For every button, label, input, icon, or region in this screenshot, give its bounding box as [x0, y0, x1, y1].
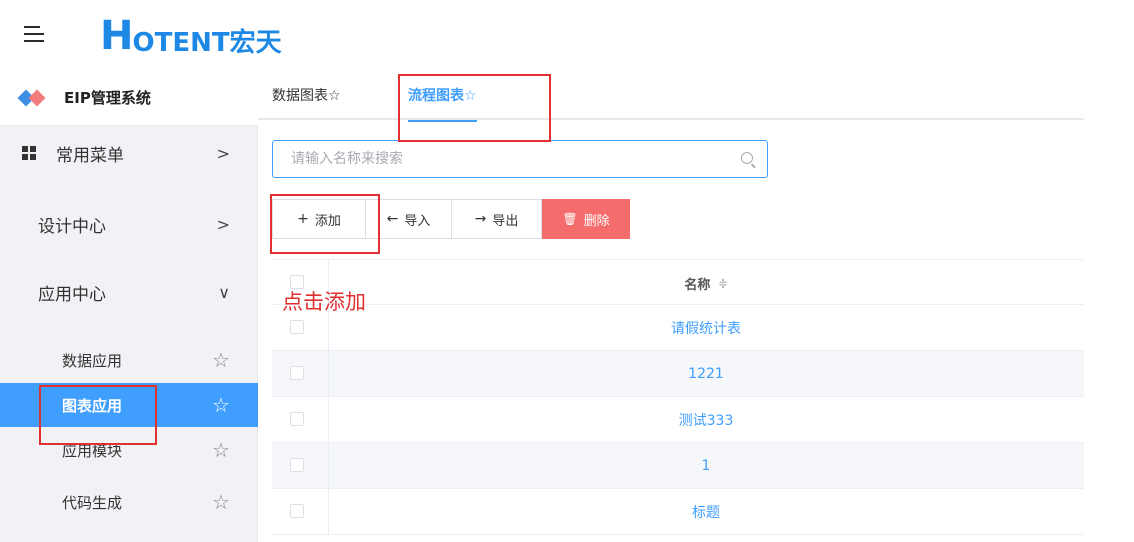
star-icon[interactable]: ☆ [212, 393, 230, 417]
delete-button[interactable]: 🗑 删除 [542, 199, 630, 239]
hamburger-collapse-icon[interactable] [24, 24, 46, 44]
sidebar-item-label: 设计中心 [38, 216, 106, 237]
delete-button-label: 删除 [583, 213, 610, 229]
row-name-link[interactable]: 测试333 [328, 397, 1084, 443]
data-table: 名称 ≑ 请假统计表 1221 测试333 1 标题 [272, 259, 1084, 535]
row-name-link[interactable]: 请假统计表 [328, 305, 1084, 351]
table-row[interactable]: 测试333 [272, 397, 1084, 443]
column-header-label: 名称 [684, 277, 711, 293]
table-row[interactable]: 1221 [272, 351, 1084, 397]
star-icon[interactable]: ☆ [212, 438, 230, 462]
add-button[interactable]: + 添加 [272, 199, 366, 239]
diamond-logo-icon [17, 89, 46, 106]
sort-icon[interactable]: ≑ [718, 277, 727, 290]
chevron-right-icon: > [216, 214, 230, 234]
top-header: H OTENT宏天 [0, 0, 1134, 70]
sidebar-subitem-label: 代码生成 [62, 493, 123, 512]
logo-initial: H [100, 13, 133, 59]
table-header: 名称 ≑ [272, 259, 1084, 305]
search-box [272, 140, 768, 178]
sidebar-subitem-code-gen[interactable]: 代码生成 ☆ [0, 480, 258, 524]
plus-icon: + [297, 211, 309, 227]
sidebar-item-app-center[interactable]: 应用中心 ∨ [0, 262, 258, 322]
star-icon[interactable]: ☆ [212, 490, 230, 514]
system-title-label: EIP管理系统 [64, 89, 151, 107]
arrow-right-icon: → [474, 211, 487, 227]
add-button-label: 添加 [314, 213, 341, 229]
row-checkbox[interactable] [290, 320, 304, 334]
export-button[interactable]: → 导出 [451, 199, 542, 239]
toolbar: + 添加 ← 导入 → 导出 🗑 删除 [272, 199, 630, 239]
sidebar-subitem-label: 应用模块 [62, 441, 123, 460]
import-button[interactable]: ← 导入 [365, 199, 452, 239]
import-button-label: 导入 [404, 213, 431, 229]
row-checkbox[interactable] [290, 412, 304, 426]
brand-logo: H OTENT宏天 [100, 13, 282, 59]
tab-data-chart[interactable]: 数据图表☆ [272, 70, 341, 120]
arrow-left-icon: ← [386, 211, 399, 227]
system-title[interactable]: EIP管理系统 [0, 70, 258, 126]
sidebar-subitem-app-module[interactable]: 应用模块 ☆ [0, 428, 258, 472]
row-name-link[interactable]: 1221 [328, 351, 1084, 397]
sidebar-item-design-center[interactable]: 设计中心 > [0, 194, 258, 254]
row-checkbox[interactable] [290, 458, 304, 472]
tab-flow-chart[interactable]: 流程图表☆ [408, 70, 477, 122]
grid-icon [22, 146, 36, 160]
sidebar-item-label: 应用中心 [38, 284, 106, 305]
export-button-label: 导出 [492, 213, 519, 229]
app-page: H OTENT宏天 EIP管理系统 常用菜单 > 设计中心 > 应用中心 ∨ 数… [0, 0, 1134, 542]
sidebar-item-common-menu[interactable]: 常用菜单 > [0, 126, 258, 180]
column-header-name[interactable]: 名称 ≑ [328, 260, 1084, 306]
sidebar: EIP管理系统 常用菜单 > 设计中心 > 应用中心 ∨ 数据应用 ☆ 图表应用… [0, 70, 258, 542]
row-checkbox[interactable] [290, 504, 304, 518]
sidebar-item-label: 常用菜单 [56, 145, 124, 166]
table-row[interactable]: 请假统计表 [272, 305, 1084, 351]
chevron-right-icon: > [216, 143, 230, 163]
main-content: 数据图表☆ 流程图表☆ + 添加 ← 导入 → 导出 🗑 删除 [258, 70, 1134, 542]
sidebar-subitem-data-app[interactable]: 数据应用 ☆ [0, 338, 258, 382]
chevron-down-icon: ∨ [218, 282, 230, 302]
table-row[interactable]: 1 [272, 443, 1084, 489]
search-icon[interactable] [741, 152, 753, 164]
star-icon[interactable]: ☆ [212, 348, 230, 372]
tab-bar: 数据图表☆ 流程图表☆ [258, 70, 1084, 122]
row-name-link[interactable]: 标题 [328, 489, 1084, 535]
trash-icon: 🗑 [562, 212, 578, 226]
annotation-text: 点击添加 [282, 290, 366, 314]
search-input[interactable] [273, 141, 733, 177]
sidebar-subitem-chart-app[interactable]: 图表应用 ☆ [0, 383, 258, 427]
logo-text: OTENT宏天 [132, 27, 282, 58]
table-row[interactable]: 标题 [272, 489, 1084, 535]
row-checkbox[interactable] [290, 366, 304, 380]
sidebar-subitem-label: 图表应用 [62, 396, 123, 415]
sidebar-subitem-label: 数据应用 [62, 351, 123, 370]
row-name-link[interactable]: 1 [328, 443, 1084, 489]
